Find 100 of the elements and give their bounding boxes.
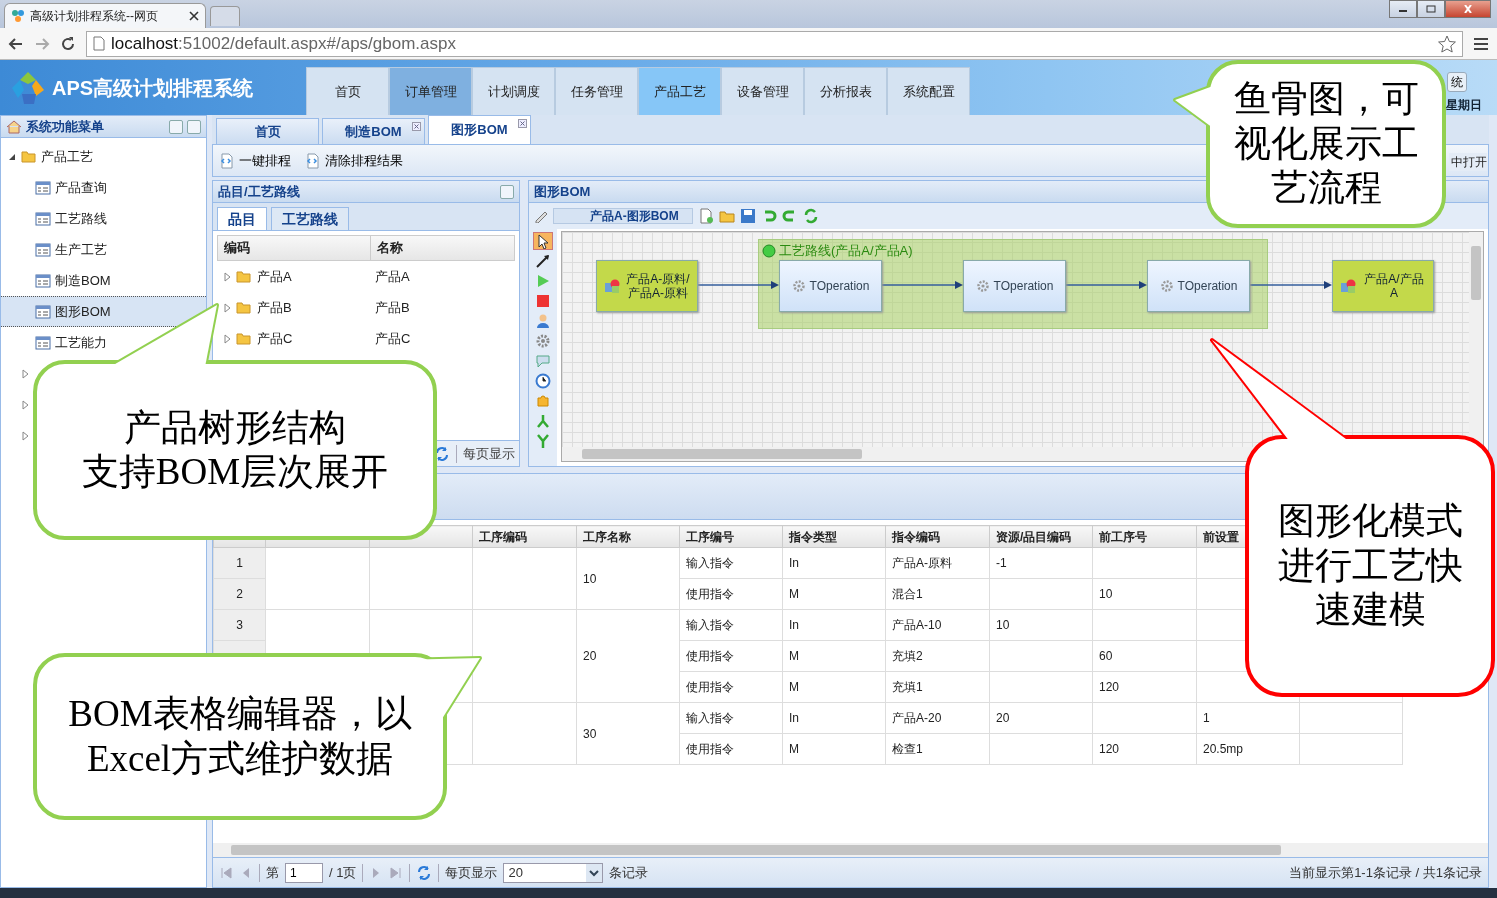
scrollbar-thumb[interactable] xyxy=(582,449,862,459)
tree-item[interactable]: 产品查询 xyxy=(55,177,107,198)
branch-icon xyxy=(535,413,551,429)
column-header: 前工序号 xyxy=(1092,525,1197,548)
gear-icon xyxy=(1159,279,1174,293)
tree-item[interactable]: 生产工艺 xyxy=(55,239,107,260)
table-cell: 120 xyxy=(1092,671,1197,703)
parts-icon xyxy=(603,278,621,294)
node-label: 产品A-原料/产品A-原料 xyxy=(625,271,691,301)
refresh-icon[interactable] xyxy=(434,445,450,462)
tab[interactable]: 品目 xyxy=(217,207,267,230)
person-icon xyxy=(535,313,551,329)
page-input[interactable]: 1 xyxy=(285,862,323,883)
maximize-icon xyxy=(1426,5,1436,13)
callout-text: 产品树形结构 支持BOM层次展开 xyxy=(81,405,389,494)
operation-node[interactable]: TOperation xyxy=(779,260,882,312)
last-page-icon[interactable] xyxy=(389,865,404,880)
scrollbar-thumb[interactable] xyxy=(1471,246,1481,300)
table-cell: 充填1 xyxy=(885,671,990,703)
table-cell-text: 产品C xyxy=(375,329,411,348)
pager-label: 第 xyxy=(266,863,279,882)
operation-node[interactable]: TOperation xyxy=(1147,260,1250,312)
tool-button[interactable] xyxy=(533,232,553,250)
star-icon[interactable] xyxy=(1438,34,1456,53)
menu-icon[interactable] xyxy=(1473,36,1489,51)
column-header: 指令编码 xyxy=(885,525,990,548)
table-cell: M xyxy=(782,733,886,765)
table-cell: In xyxy=(782,547,886,579)
back-icon[interactable] xyxy=(8,35,24,52)
table-cell: 使用指令 xyxy=(679,640,783,672)
row-number: 3 xyxy=(213,609,266,641)
address-field[interactable]: localhost:51002/default.aspx#/aps/gbom.aspx xyxy=(86,30,1463,57)
gear-icon xyxy=(975,279,990,293)
header-button[interactable]: 统 xyxy=(1447,72,1467,92)
tree-item[interactable]: 图形BOM xyxy=(55,301,111,322)
nav-tab[interactable]: 任务管理 xyxy=(555,67,638,115)
forward-icon[interactable] xyxy=(34,35,50,52)
list-icon xyxy=(35,272,51,289)
gear-icon xyxy=(535,333,551,349)
nav-tab[interactable]: 分析报表 xyxy=(804,67,887,115)
tree-item[interactable]: 产品工艺 xyxy=(41,146,93,167)
nav-tab[interactable]: 订单管理 xyxy=(389,67,472,115)
maximize-button[interactable] xyxy=(1417,0,1445,18)
table-cell: -1 xyxy=(989,547,1093,579)
refresh-icon[interactable] xyxy=(416,864,433,881)
tab[interactable]: 图形BOM xyxy=(428,115,531,144)
tree-item[interactable]: 工艺路线 xyxy=(55,208,107,229)
first-page-icon[interactable] xyxy=(219,865,233,880)
list-icon xyxy=(35,334,51,351)
folder-icon xyxy=(236,269,252,284)
material-node[interactable]: 产品A/产品A xyxy=(1332,260,1434,312)
tree-item[interactable]: 工艺能力 xyxy=(55,332,107,353)
table-cell: 20.5mp xyxy=(1196,733,1300,765)
dropdown-icon[interactable] xyxy=(586,863,603,882)
panel-title: 图形BOM xyxy=(534,182,591,201)
document-name-field[interactable]: 产品A-图形BOM xyxy=(553,208,693,224)
close-icon[interactable] xyxy=(189,11,199,21)
nav-tab[interactable]: 产品工艺 xyxy=(638,67,721,115)
toolbar-text[interactable]: 中打开 xyxy=(1449,153,1487,171)
table-cell-text: 产品B xyxy=(257,298,292,317)
page-size-select[interactable]: 20 xyxy=(503,862,604,883)
folder-icon xyxy=(236,331,252,346)
record-summary: 当前显示第1-1条记录 / 共1条记录 xyxy=(1289,863,1482,882)
save-icon[interactable] xyxy=(740,208,756,224)
table-cell: 使用指令 xyxy=(679,578,783,610)
operation-node[interactable]: TOperation xyxy=(963,260,1066,312)
reload-icon[interactable] xyxy=(60,35,76,52)
toolbar-button[interactable]: 清除排程结果 xyxy=(305,150,403,171)
toolbar-button[interactable]: 一键排程 xyxy=(219,150,291,171)
column-header: 资源/品目编码 xyxy=(989,525,1093,548)
nav-tab[interactable]: 系统配置 xyxy=(887,67,970,115)
close-button[interactable] xyxy=(1445,0,1491,18)
status-dot-icon xyxy=(762,243,776,258)
tab[interactable]: 首页 xyxy=(216,118,319,144)
refresh-icon[interactable] xyxy=(803,208,819,224)
tab[interactable]: 工艺路线 xyxy=(271,207,349,230)
table-cell: 输入指令 xyxy=(679,609,783,641)
new-tab-button[interactable] xyxy=(210,6,240,26)
table-cell: 产品A-原料 xyxy=(885,547,990,579)
node-label: 产品A/产品A xyxy=(1363,271,1425,301)
callout-text: BOM表格编辑器，以 Excel方式维护数据 xyxy=(68,692,412,781)
table-cell: In xyxy=(782,702,886,734)
minimize-button[interactable] xyxy=(1389,0,1417,18)
tab[interactable]: 制造BOM xyxy=(322,118,425,144)
scrollbar-thumb[interactable] xyxy=(231,845,1281,855)
group-label: 工艺路线(产品A/产品A) xyxy=(779,242,913,260)
page-icon xyxy=(93,36,105,51)
nav-tab[interactable]: 计划调度 xyxy=(472,67,555,115)
node-label: TOperation xyxy=(809,278,870,294)
tree-item[interactable]: 制造BOM xyxy=(55,270,111,291)
material-node[interactable]: 产品A-原料/产品A-原料 xyxy=(596,260,698,312)
nav-tab[interactable]: 首页 xyxy=(306,67,389,115)
table-cell: 10 xyxy=(1092,578,1197,610)
nav-tab[interactable]: 设备管理 xyxy=(721,67,804,115)
table-cell: 混合1 xyxy=(885,578,990,610)
folder-icon[interactable] xyxy=(719,208,735,224)
pager-label: 每页显示 xyxy=(445,863,498,882)
close-icon xyxy=(1463,5,1473,13)
new-file-icon[interactable] xyxy=(698,208,714,224)
gear-icon xyxy=(791,279,806,293)
